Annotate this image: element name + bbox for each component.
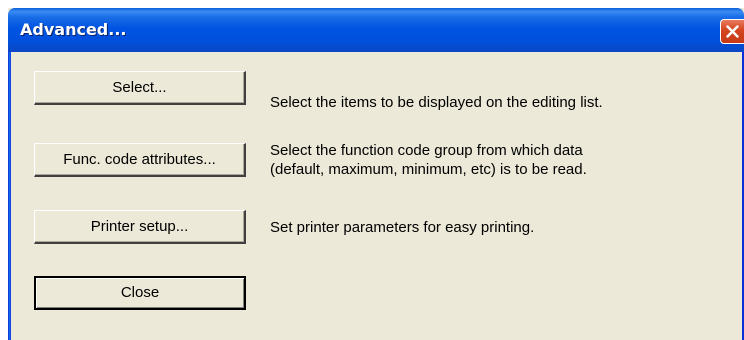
- window-frame-left: [8, 52, 11, 340]
- advanced-dialog: Advanced... Select... Select the items t…: [8, 8, 744, 340]
- window-title: Advanced...: [20, 20, 127, 39]
- printer-setup-description: Set printer parameters for easy printing…: [270, 219, 535, 236]
- window-close-button[interactable]: [720, 19, 744, 44]
- func-code-attributes-button[interactable]: Func. code attributes...: [34, 143, 246, 177]
- close-button[interactable]: Close: [34, 276, 246, 310]
- close-icon: [726, 25, 739, 38]
- printer-setup-button[interactable]: Printer setup...: [34, 210, 246, 244]
- func-code-description-line-1: Select the function code group from whic…: [270, 142, 583, 159]
- select-description: Select the items to be displayed on the …: [270, 94, 603, 111]
- func-code-description-line-2: (default, maximum, minimum, etc) is to b…: [270, 161, 587, 178]
- select-button[interactable]: Select...: [34, 71, 246, 105]
- title-bar[interactable]: Advanced...: [8, 8, 744, 52]
